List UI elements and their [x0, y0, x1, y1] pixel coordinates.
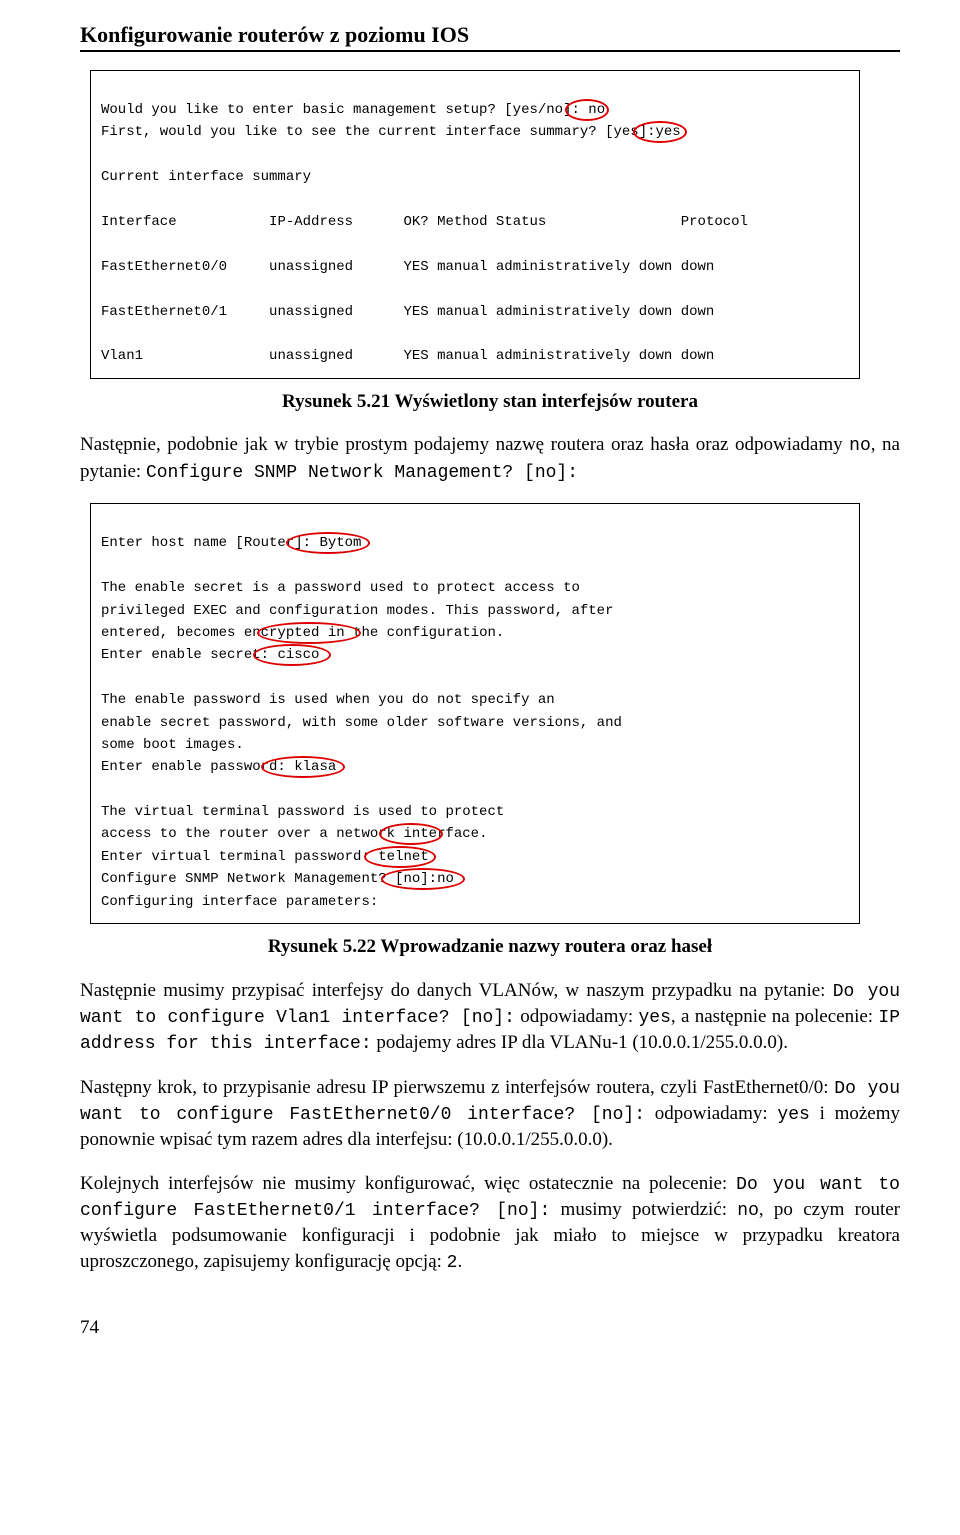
term-line: First, would you like to see the current…: [101, 124, 639, 140]
term-highlight: [no]:no: [387, 871, 454, 887]
text: , a następnie na polecenie:: [671, 1006, 879, 1027]
term-line: Enter enable passwor: [101, 759, 269, 775]
text: Następny krok, to przypisanie adresu IP …: [80, 1077, 834, 1098]
text: odpowiadamy:: [645, 1103, 777, 1124]
term-line: access to the router over a networ: [101, 826, 387, 842]
term-line: Configure SNMP Network Management?: [101, 871, 387, 887]
figure-box-1: Would you like to enter basic management…: [90, 70, 860, 379]
term-line: entered, becomes enc: [101, 625, 269, 641]
paragraph-2: Następnie musimy przypisać interfejsy do…: [80, 978, 900, 1057]
term-highlight: ]: Bytom: [294, 535, 361, 551]
paragraph-1: Następnie, podobnie jak w trybie prostym…: [80, 432, 900, 485]
term-cell: FastEthernet0/0: [101, 259, 227, 275]
term-line: Enter enable secret: [101, 647, 261, 663]
header-title: Konfigurowanie routerów z poziomu IOS: [80, 22, 469, 47]
inline-code: no: [737, 1201, 759, 1221]
text: musimy potwierdzić:: [550, 1199, 737, 1220]
term-line: k in: [387, 826, 421, 842]
page-header: Konfigurowanie routerów z poziomu IOS: [80, 20, 900, 52]
figure-box-2: Enter host name [Router]: Bytom The enab…: [90, 503, 860, 924]
text: .: [457, 1251, 462, 1272]
term-line: rypted in: [269, 625, 345, 641]
term-cell: unassigned: [269, 304, 353, 320]
term-cell: Vlan1: [101, 348, 143, 364]
term-line: privileged EXEC and configuration modes.…: [101, 603, 613, 619]
term-line: Current interface summary: [101, 169, 311, 185]
text: odpowiadamy:: [515, 1006, 639, 1027]
terminal-output-2: Enter host name [Router]: Bytom The enab…: [101, 510, 849, 913]
term-line: Enter virtual terminal password:: [101, 849, 370, 865]
term-cell: YES manual administratively down down: [403, 348, 714, 364]
inline-code: yes: [638, 1008, 670, 1028]
term-line: Configuring interface parameters:: [101, 894, 378, 910]
term-line: Enter host name [Router: [101, 535, 294, 551]
term-cell: YES manual administratively down down: [403, 304, 714, 320]
term-cell: unassigned: [269, 259, 353, 275]
text: Kolejnych interfejsów nie musimy konfigu…: [80, 1173, 736, 1194]
text: Następnie, podobnie jak w trybie prostym…: [80, 434, 849, 455]
terminal-output-1: Would you like to enter basic management…: [101, 77, 849, 368]
term-highlight: d: klasa: [269, 759, 336, 775]
term-highlight: : cisco: [261, 647, 320, 663]
term-cell: unassigned: [269, 348, 353, 364]
term-line: The virtual terminal password is used to…: [101, 804, 504, 820]
term-line: The enable password is used when you do …: [101, 692, 555, 708]
term-line: Would you like to enter basic management…: [101, 102, 571, 118]
term-col: IP-Address: [269, 214, 353, 230]
inline-code: Configure SNMP Network Management? [no]:: [146, 463, 578, 483]
inline-code: 2: [447, 1253, 458, 1273]
figure-caption-2: Rysunek 5.22 Wprowadzanie nazwy routera …: [80, 934, 900, 960]
term-line: the configuration.: [345, 625, 505, 641]
inline-code: yes: [777, 1105, 809, 1125]
text: podajemy adres IP dla VLANu-1 (10.0.0.1/…: [372, 1032, 788, 1053]
term-col: OK? Method Status: [403, 214, 546, 230]
inline-code: no: [849, 436, 871, 456]
term-cell: YES manual administratively down down: [403, 259, 714, 275]
term-highlight: : no: [571, 102, 605, 118]
figure-caption-1: Rysunek 5.21 Wyświetlony stan interfejsó…: [80, 389, 900, 415]
term-highlight: ]:yes: [639, 124, 681, 140]
term-line: The enable secret is a password used to …: [101, 580, 580, 596]
term-cell: FastEthernet0/1: [101, 304, 227, 320]
term-col: Interface: [101, 214, 177, 230]
text: Następnie musimy przypisać interfejsy do…: [80, 980, 833, 1001]
page-number: 74: [80, 1315, 900, 1341]
term-line: some boot images.: [101, 737, 244, 753]
paragraph-3: Następny krok, to przypisanie adresu IP …: [80, 1075, 900, 1153]
term-highlight: telnet: [370, 849, 429, 865]
term-col: Protocol: [681, 214, 748, 230]
paragraph-4: Kolejnych interfejsów nie musimy konfigu…: [80, 1171, 900, 1276]
term-line: enable secret password, with some older …: [101, 715, 622, 731]
term-line: terface.: [420, 826, 487, 842]
